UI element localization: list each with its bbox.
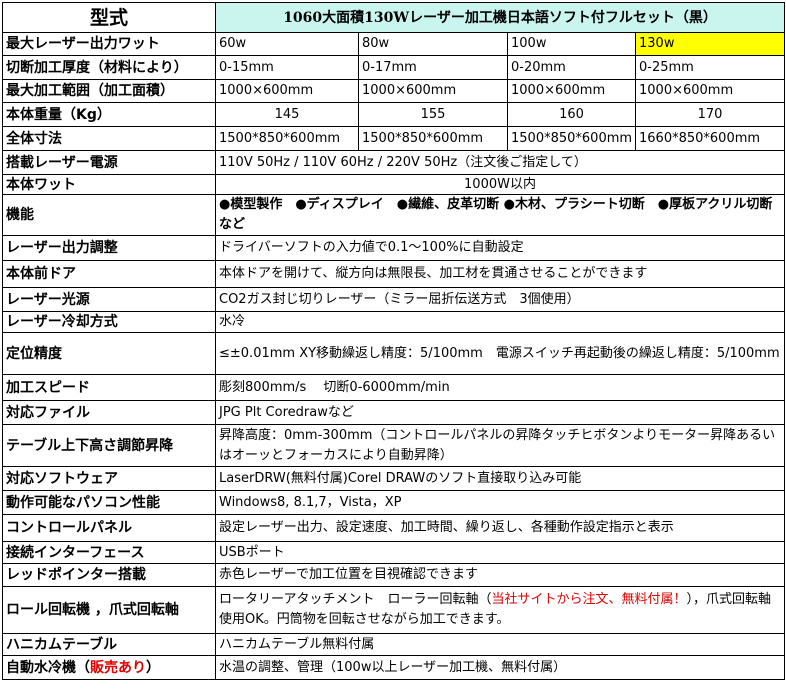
row-label: 接続インターフェース [2,541,216,564]
row-body-watt: 本体ワット 1000W以内 [2,174,786,195]
row-label: 対応ソフトウェア [2,466,216,491]
row-label: レーザー光源 [2,287,216,312]
cell-value: 0-20mm [507,55,636,80]
cell-value: 水冷 [214,311,786,333]
row-label: 本体重量（Kg） [2,102,216,127]
cell-100w: 100w [507,32,636,56]
row-label: 搭載レーザー電源 [2,150,216,175]
row-precision: 定位精度 ≤±0.01mm XY移動繰返し精度：5/100mm 電源スイッチ再起… [2,332,786,375]
cell-value: 本体ドアを開けて、縦方向は無限長、加工材を貫通させることができます [214,260,786,288]
row-label: コントロールパネル [2,514,216,542]
row-function: 機能 ●模型製作 ●ディスプレイ ●繊維、皮革切断 ●木材、プラシート切断 ●厚… [2,194,786,236]
cell-value: 1000×600mm [358,79,508,103]
cell-value: 設定レーザー出力、設定速度、加工時間、繰り返し、各種動作設定指示と表示 [214,514,786,542]
cell-value: USBポート [214,541,786,564]
cell-value: 1000W以内 [214,174,786,195]
row-label: 本体前ドア [2,260,216,288]
row-label: 最大レーザー出力ワット [2,32,216,56]
header-row: 型式 1060大面積130Wレーザー加工機日本語ソフト付フルセット（黒） [2,2,786,33]
cell-80w: 80w [358,32,508,56]
cell-value: 0-25mm [634,55,786,80]
row-work-area: 最大加工範囲（加工面積） 1000×600mm 1000×600mm 1000×… [2,79,786,103]
cell-value: LaserDRW(無料付属)Corel DRAWのソフト直接取り込み可能 [214,466,786,491]
row-cooling: レーザー冷却方式 水冷 [2,311,786,333]
row-label: 自動水冷機（販売あり） [2,655,216,680]
row-label: ロール回転機 ，爪式回転軸 [2,586,216,634]
cell-value: 160 [507,102,636,127]
row-label: ハニカムテーブル [2,633,216,656]
model-title: 1060大面積130Wレーザー加工機日本語ソフト付フルセット（黒） [214,2,786,33]
row-pc: 動作可能なパソコン性能 Windows8, 8.1,7，Vista，XP [2,490,786,515]
cell-value: 1500*850*600mm [358,126,508,151]
cell-value: 1000×600mm [215,79,359,103]
cell-130w-highlight: 130w [634,32,786,56]
cell-value: 赤色レーザーで加工位置を目視確認できます [214,563,786,587]
cell-value: JPG Plt Coredrawなど [214,400,786,425]
row-speed: 加工スピード 彫刻800mm/s 切断0-6000mm/min [2,374,786,401]
cell-value: 昇降高度：0mm-300mm（コントロールパネルの昇降タッチヒボタンよりモーター… [214,424,786,467]
row-chiller: 自動水冷機（販売あり） 水温の調整、管理（100w以上レーザー加工機、無料付属） [2,655,786,680]
rotary-text: ロータリーアタッチメント ローラー回転軸（ [219,592,492,607]
row-label: テーブル上下高さ調節昇降 [2,424,216,467]
row-laser-source: レーザー光源 CO2ガス封じ切りレーザー（ミラー屈折伝送方式 3個使用） [2,287,786,312]
cell-value: 1500*850*600mm [507,126,636,151]
row-label: 機能 [2,194,216,236]
cell-value: 1500*850*600mm [215,126,359,151]
row-software: 対応ソフトウェア LaserDRW(無料付属)Corel DRAWのソフト直接取… [2,466,786,491]
row-table-lift: テーブル上下高さ調節昇降 昇降高度：0mm-300mm（コントロールパネルの昇降… [2,424,786,467]
row-label: 対応ファイル [2,400,216,425]
cell-value: Windows8, 8.1,7，Vista，XP [214,490,786,515]
row-front-door: 本体前ドア 本体ドアを開けて、縦方向は無限長、加工材を貫通させることができます [2,260,786,288]
row-label: 最大加工範囲（加工面積） [2,79,216,103]
row-cut-thickness: 切断加工厚度（材料により） 0-15mm 0-17mm 0-20mm 0-25m… [2,55,786,80]
row-red-pointer: レッドポインター搭載 赤色レーザーで加工位置を目視確認できます [2,563,786,587]
row-file-types: 対応ファイル JPG Plt Coredrawなど [2,400,786,425]
spec-table: 型式 1060大面積130Wレーザー加工機日本語ソフト付フルセット（黒） 最大レ… [2,2,786,680]
rotary-red-note: 当社サイトから注文、無料付属！ [491,592,687,607]
model-label: 型式 [2,2,216,33]
chiller-sale-note: 販売あり [90,659,146,676]
cell-value: 1000×600mm [634,79,786,103]
row-power: 最大レーザー出力ワット 60w 80w 100w 130w [2,32,786,56]
row-interface: 接続インターフェース USBポート [2,541,786,564]
row-label: 定位精度 [2,332,216,375]
row-rotary: ロール回転機 ，爪式回転軸 ロータリーアタッチメント ローラー回転軸（当社サイト… [2,586,786,634]
cell-value: 1660*850*600mm [634,126,786,151]
row-label: レーザー冷却方式 [2,311,216,333]
row-weight: 本体重量（Kg） 145 155 160 170 [2,102,786,127]
cell-value: CO2ガス封じ切りレーザー（ミラー屈折伝送方式 3個使用） [214,287,786,312]
row-dimensions: 全体寸法 1500*850*600mm 1500*850*600mm 1500*… [2,126,786,151]
cell-value: 145 [215,102,359,127]
row-honeycomb: ハニカムテーブル ハニカムテーブル無料付属 [2,633,786,656]
row-control-panel: コントロールパネル 設定レーザー出力、設定速度、加工時間、繰り返し、各種動作設定… [2,514,786,542]
cell-value: 0-17mm [358,55,508,80]
cell-value: 彫刻800mm/s 切断0-6000mm/min [214,374,786,401]
row-label: 全体寸法 [2,126,216,151]
row-label: レーザー出力調整 [2,235,216,261]
row-label: レッドポインター搭載 [2,563,216,587]
cell-value: ハニカムテーブル無料付属 [214,633,786,656]
row-label: 加工スピード [2,374,216,401]
cell-value: ≤±0.01mm XY移動繰返し精度：5/100mm 電源スイッチ再起動後の繰返… [214,332,786,375]
cell-value: 170 [634,102,786,127]
cell-value: ロータリーアタッチメント ローラー回転軸（当社サイトから注文、無料付属！），爪式… [214,586,786,634]
cell-value: 0-15mm [215,55,359,80]
cell-value: 1000×600mm [507,79,636,103]
cell-60w: 60w [215,32,359,56]
chiller-label-end: ） [146,659,160,676]
cell-value: ドライバーソフトの入力値で0.1～100%に自動設定 [214,235,786,261]
cell-value: 水温の調整、管理（100w以上レーザー加工機、無料付属） [214,655,786,680]
cell-value: 155 [358,102,508,127]
chiller-label: 自動水冷機（ [6,659,90,676]
cell-value: ●模型製作 ●ディスプレイ ●繊維、皮革切断 ●木材、プラシート切断 ●厚板アク… [214,194,786,236]
row-power-supply: 搭載レーザー電源 110V 50Hz / 110V 60Hz / 220V 50… [2,150,786,175]
row-label: 本体ワット [2,174,216,195]
cell-value: 110V 50Hz / 110V 60Hz / 220V 50Hz（注文後ご指定… [214,150,786,175]
row-label: 切断加工厚度（材料により） [2,55,216,80]
row-label: 動作可能なパソコン性能 [2,490,216,515]
row-output-adjust: レーザー出力調整 ドライバーソフトの入力値で0.1～100%に自動設定 [2,235,786,261]
